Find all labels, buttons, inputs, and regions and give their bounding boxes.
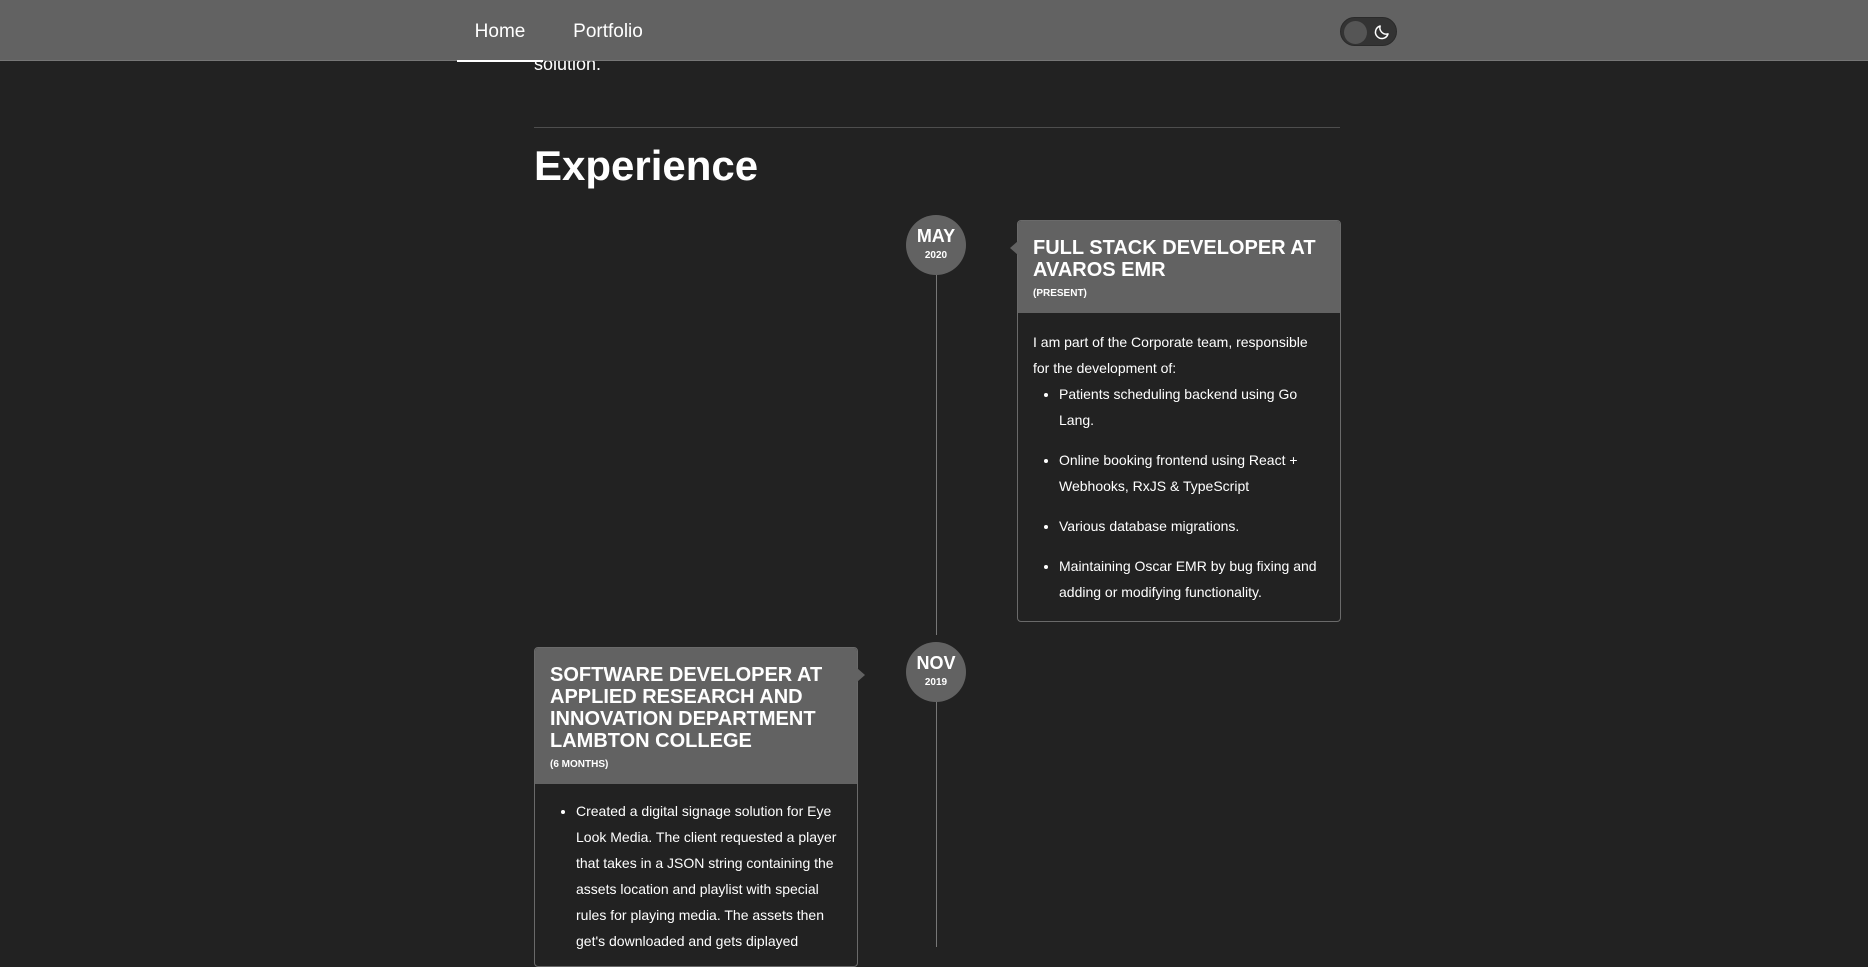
toggle-knob [1344,21,1367,44]
job-bullet-list: Created a digital signage solution for E… [550,798,842,954]
timeline-line [936,696,937,947]
theme-toggle[interactable] [1340,17,1397,46]
section-divider [534,127,1340,128]
experience-card: SOFTWARE DEVELOPER AT APPLIED RESEARCH A… [534,647,865,967]
card-header: SOFTWARE DEVELOPER AT APPLIED RESEARCH A… [535,648,865,784]
card-body: I am part of the Corporate team, respons… [1018,313,1340,629]
job-bullet-list: Patients scheduling backend using Go Lan… [1033,381,1325,605]
card-header: FULL STACK DEVELOPER AT AVAROS EMR (PRES… [1010,221,1340,313]
timeline-line [936,270,937,635]
job-bullet: Patients scheduling backend using Go Lan… [1059,381,1325,433]
job-bullet: Maintaining Oscar EMR by bug fixing and … [1059,553,1325,605]
job-intro: I am part of the Corporate team, respons… [1033,334,1308,376]
experience-heading: Experience [534,142,759,189]
card-body: Created a digital signage solution for E… [535,784,857,964]
badge-year: 2019 [924,677,948,688]
nav-home-link[interactable]: Home [457,0,543,62]
badge-year: 2020 [924,250,948,261]
job-duration: (PRESENT) [1033,288,1087,299]
job-bullet: Online booking frontend using React + We… [1059,447,1325,499]
job-title: SOFTWARE DEVELOPER AT APPLIED RESEARCH A… [550,664,823,752]
badge-month: NOV [916,653,956,673]
top-navbar: Home Portfolio [0,0,1868,62]
job-bullet: Created a digital signage solution for E… [576,798,842,954]
moon-icon [1374,25,1389,40]
badge-month: MAY [916,226,956,246]
nav-portfolio-link[interactable]: Portfolio [566,0,650,61]
date-badge: MAY 2020 [906,215,966,275]
experience-card: FULL STACK DEVELOPER AT AVAROS EMR (PRES… [1010,220,1341,622]
job-duration: (6 MONTHS) [550,759,609,770]
job-bullet: Various database migrations. [1059,513,1325,539]
date-badge: NOV 2019 [906,642,966,702]
job-title: FULL STACK DEVELOPER AT AVAROS EMR [1033,237,1316,281]
